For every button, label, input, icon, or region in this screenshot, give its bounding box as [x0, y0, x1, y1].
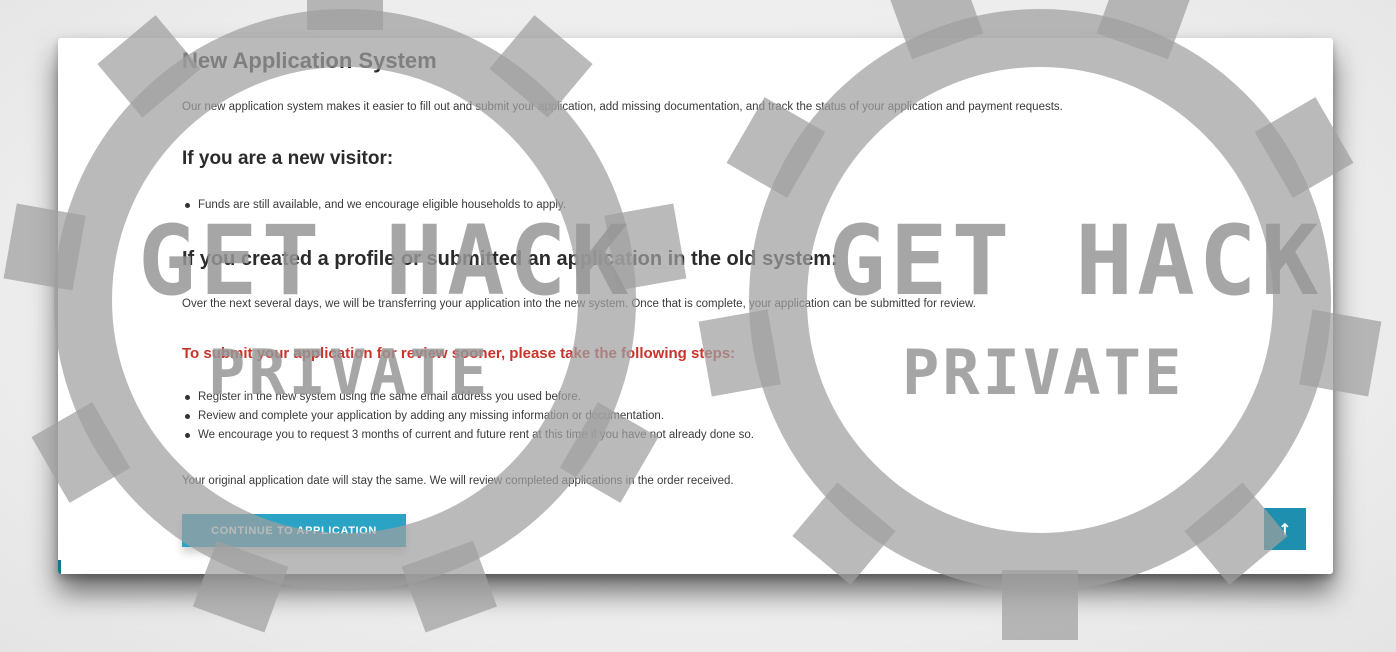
- closing-paragraph: Your original application date will stay…: [182, 475, 734, 487]
- list-item-text: Review and complete your application by …: [198, 410, 665, 422]
- steps-heading: To submit your application for review so…: [182, 345, 736, 362]
- list-item-text: Funds are still available, and we encour…: [198, 199, 567, 211]
- list-item: Register in the new system using the sam…: [182, 388, 754, 407]
- back-to-top-button[interactable]: ↑: [1264, 508, 1306, 550]
- steps-list: Register in the new system using the sam…: [182, 388, 754, 445]
- old-system-paragraph: Over the next several days, we will be t…: [182, 298, 976, 310]
- list-item-text: We encourage you to request 3 months of …: [198, 429, 754, 441]
- continue-to-application-button[interactable]: CONTINUE TO APPLICATION: [182, 514, 406, 547]
- page-title: New Application System: [182, 48, 437, 73]
- bullet-icon: [185, 414, 190, 419]
- card-edge-accent: [58, 560, 61, 574]
- new-visitor-heading: If you are a new visitor:: [182, 148, 394, 169]
- content-card: New Application System Our new applicati…: [58, 38, 1333, 574]
- bullet-icon: [185, 395, 190, 400]
- list-item-text: Register in the new system using the sam…: [198, 391, 581, 403]
- list-item: We encourage you to request 3 months of …: [182, 426, 754, 445]
- new-visitor-list: Funds are still available, and we encour…: [182, 196, 566, 215]
- bullet-icon: [185, 433, 190, 438]
- old-system-heading: If you created a profile or submitted an…: [182, 248, 838, 270]
- bullet-icon: [185, 203, 190, 208]
- list-item: Review and complete your application by …: [182, 407, 754, 426]
- arrow-up-icon: ↑: [1278, 519, 1292, 539]
- list-item: Funds are still available, and we encour…: [182, 196, 566, 215]
- intro-paragraph: Our new application system makes it easi…: [182, 101, 1063, 113]
